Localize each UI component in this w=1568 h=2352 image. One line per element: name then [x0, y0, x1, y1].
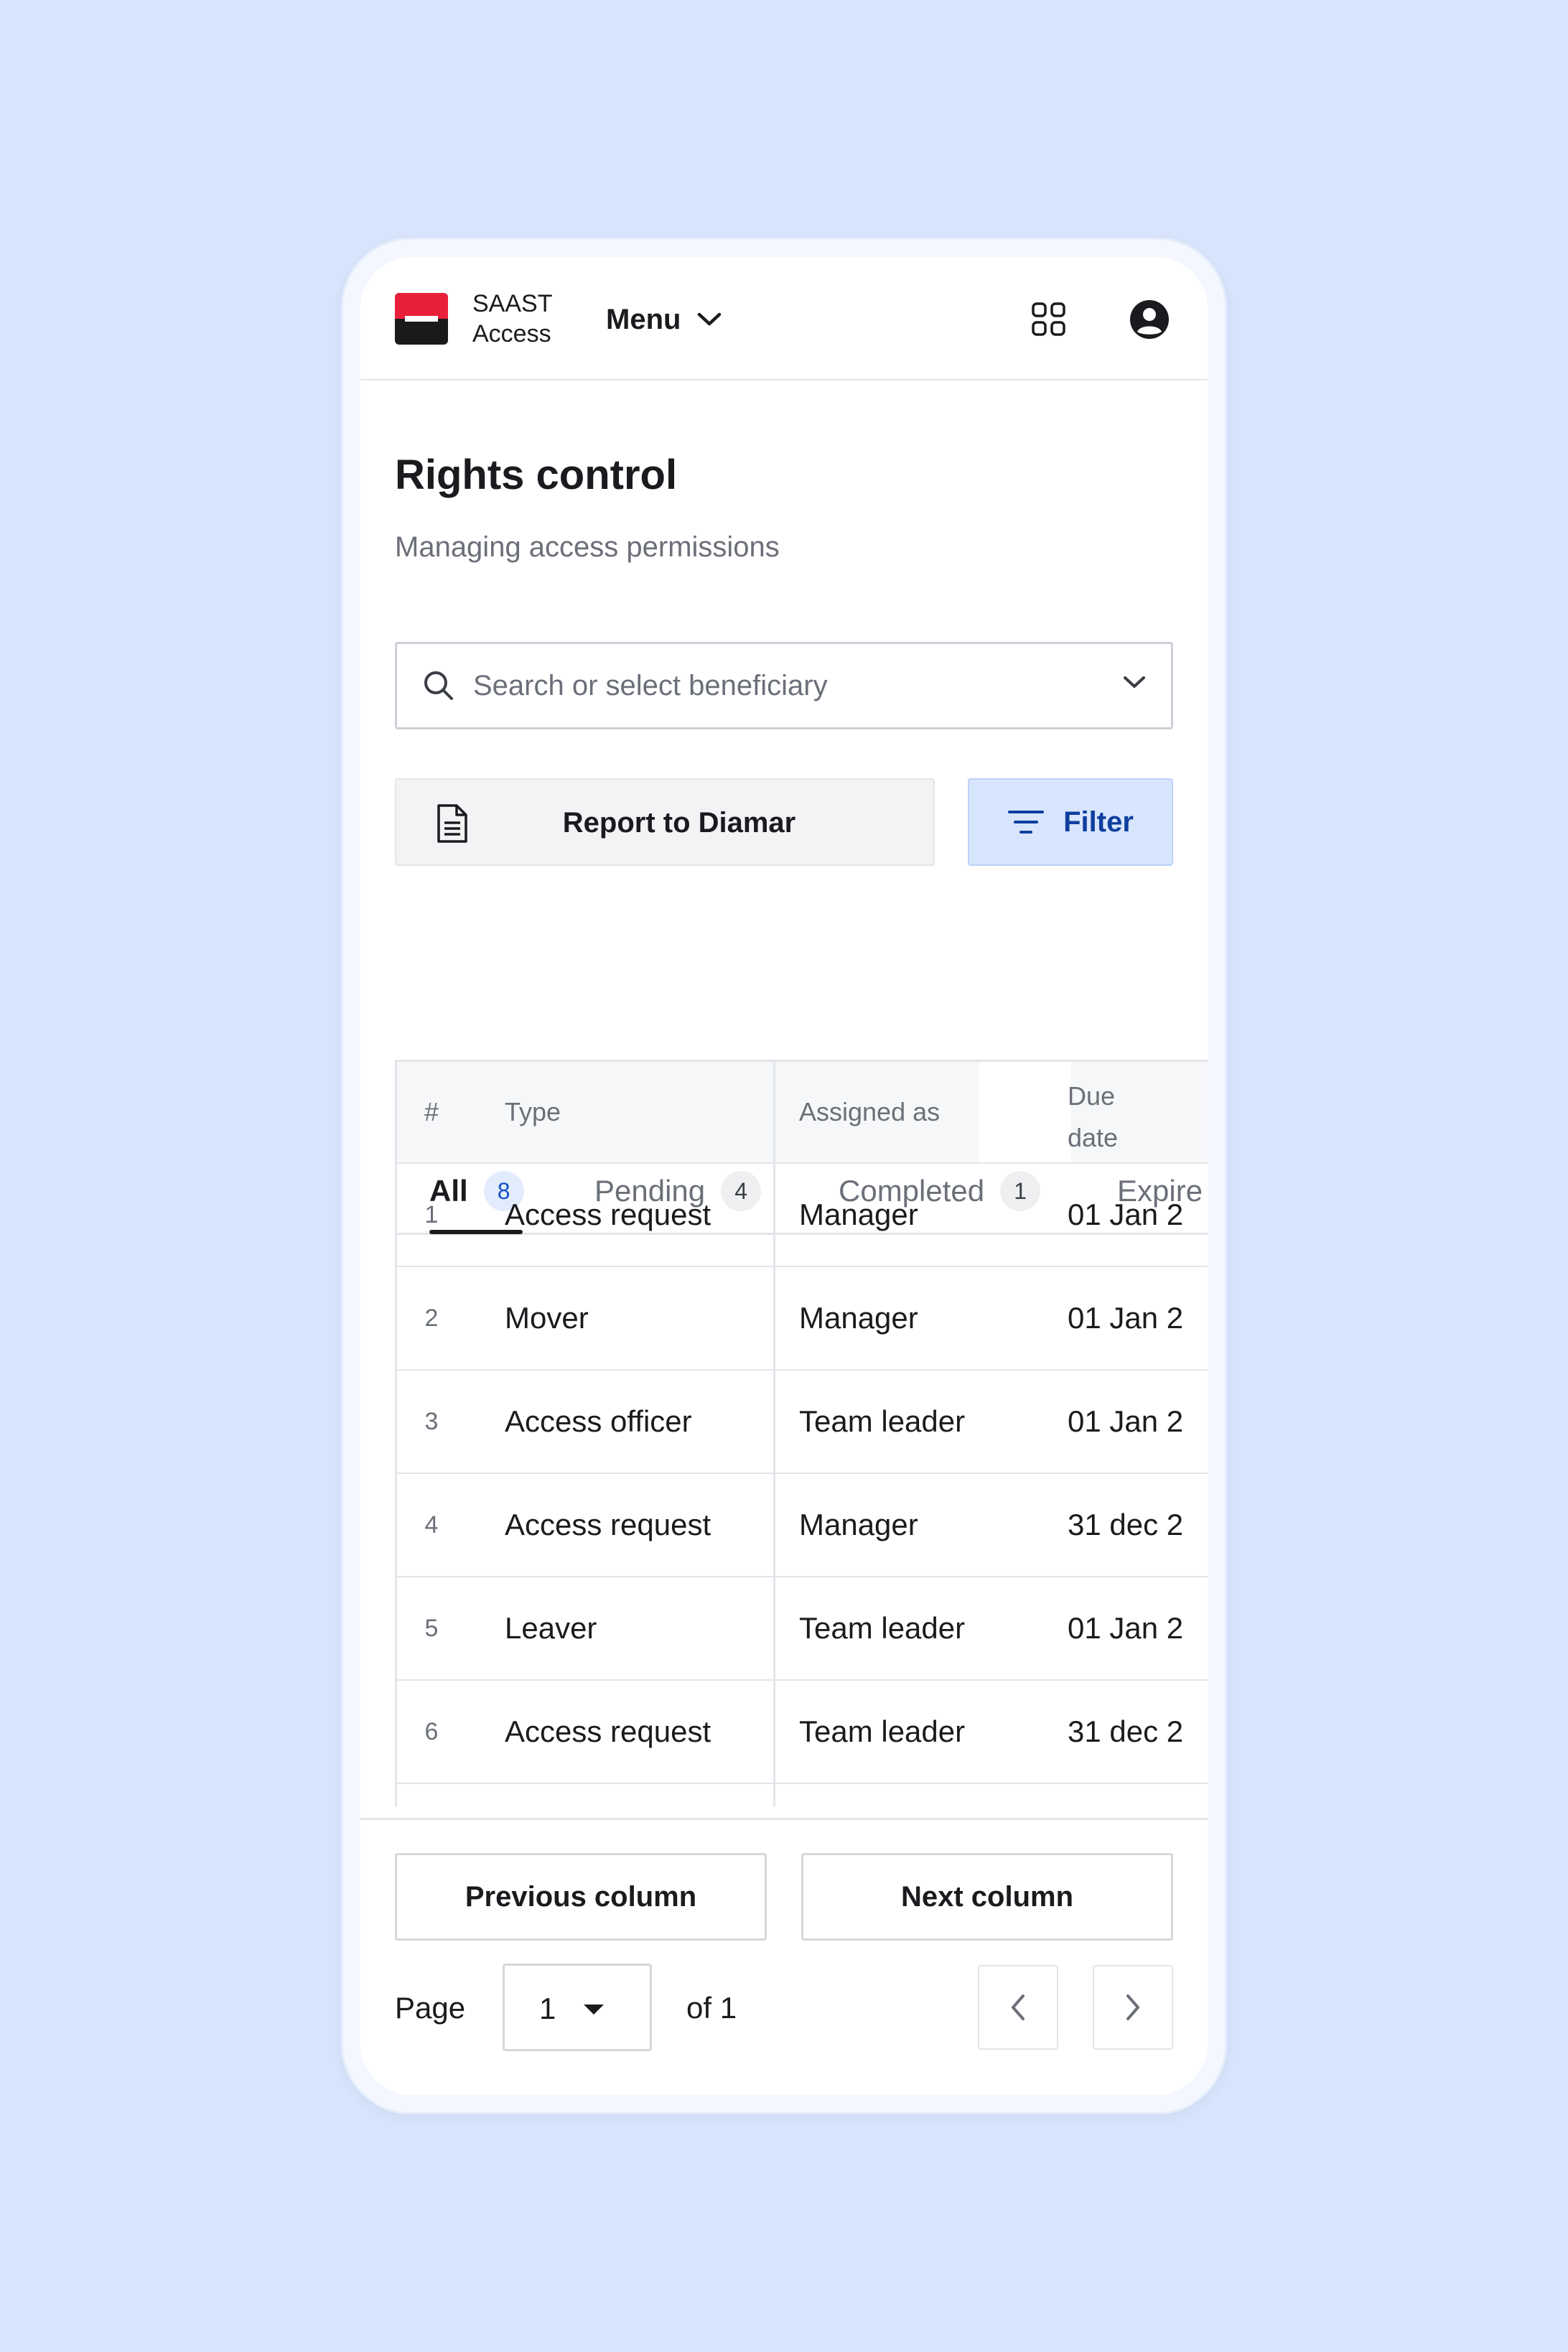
page-label: Page [395, 1991, 466, 2025]
row-assigned: Team leader [799, 1404, 966, 1438]
menu-button[interactable]: Menu [606, 300, 722, 339]
apps-button[interactable] [1024, 294, 1074, 345]
row-due-date: 31 dec 2 [1068, 1714, 1184, 1748]
filter-icon [1008, 811, 1045, 834]
table-header: # Type Assigned as Due date [397, 1062, 1208, 1164]
table-row[interactable]: 1 Access request Manager 01 Jan 2 [397, 1164, 1208, 1267]
row-assigned: Manager [799, 1198, 918, 1231]
row-due-date: 01 Jan 2 [1068, 1198, 1184, 1231]
report-button[interactable]: Report to Diamar [395, 778, 935, 866]
header-number: # [424, 1097, 439, 1126]
filter-button[interactable]: Filter [968, 778, 1173, 866]
table-row[interactable]: 3 Access officer Team leader 01 Jan 2 [397, 1371, 1208, 1474]
brand-name-line1: SAAST [472, 290, 553, 317]
row-assigned: Manager [799, 1508, 918, 1541]
header-assigned[interactable]: Assigned as [799, 1062, 940, 1162]
requests-table: # Type Assigned as Due date 1 Access req… [395, 1060, 1208, 1806]
brand-name-line2: Access [472, 320, 551, 347]
next-column-button[interactable]: Next column [801, 1853, 1173, 1941]
row-assigned: Team leader [799, 1611, 966, 1645]
row-number: 5 [424, 1614, 439, 1642]
chevron-down-icon[interactable] [1122, 674, 1147, 690]
brand-logo[interactable] [395, 293, 448, 345]
chevron-right-icon [1126, 1994, 1139, 2020]
row-due-date: 31 dec 2 [1068, 1508, 1184, 1541]
previous-column-button[interactable]: Previous column [395, 1853, 767, 1941]
row-type: Access request [505, 1198, 711, 1231]
header-due-date[interactable]: Due date [1068, 1062, 1118, 1162]
chevron-left-icon [1012, 1994, 1025, 2020]
app-screen: SAAST Access Menu Rights control Managin… [360, 257, 1208, 2095]
page-total: of 1 [686, 1991, 737, 2025]
row-type: Mover [505, 1301, 589, 1335]
previous-page-button[interactable] [978, 1965, 1058, 2050]
page-subtitle: Managing access permissions [395, 531, 780, 563]
row-number: 1 [424, 1200, 439, 1228]
row-type: Access request [505, 1508, 711, 1541]
table-footer: Previous column Next column Page 1 of 1 [360, 1818, 1208, 2095]
report-label: Report to Diamar [562, 807, 796, 839]
row-assigned: Team leader [799, 1714, 966, 1748]
page-title: Rights control [395, 452, 678, 498]
caret-down-icon [584, 2005, 604, 2015]
table-row[interactable]: 6 Access request Team leader 31 dec 2 [397, 1681, 1208, 1784]
row-type: Leaver [505, 1611, 597, 1645]
row-due-date: 01 Jan 2 [1068, 1611, 1184, 1645]
row-number: 3 [424, 1407, 439, 1435]
row-number: 2 [424, 1304, 439, 1332]
chevron-down-icon [698, 312, 722, 326]
top-bar: SAAST Access Menu [360, 257, 1208, 381]
row-type: Access officer [505, 1404, 692, 1438]
page-select[interactable]: 1 [503, 1964, 652, 2051]
table-row[interactable]: 2 Mover Manager 01 Jan 2 [397, 1267, 1208, 1371]
search-input[interactable] [473, 658, 1091, 713]
menu-label: Menu [606, 303, 681, 335]
filter-label: Filter [1063, 806, 1134, 838]
row-type: Access request [505, 1714, 711, 1748]
row-number: 4 [424, 1511, 439, 1539]
brand-name: SAAST Access [472, 289, 552, 349]
row-due-date: 01 Jan 2 [1068, 1404, 1184, 1438]
column-divider [773, 1062, 775, 1806]
row-assigned: Manager [799, 1301, 918, 1335]
row-number: 6 [424, 1717, 439, 1745]
beneficiary-search[interactable] [395, 642, 1173, 729]
user-icon [1130, 300, 1169, 339]
table-row[interactable]: 5 Leaver Team leader 01 Jan 2 [397, 1577, 1208, 1681]
search-icon [424, 671, 453, 700]
row-due-date: 01 Jan 2 [1068, 1301, 1184, 1335]
page-value: 1 [539, 1992, 556, 2025]
profile-button[interactable] [1124, 294, 1175, 345]
grid-icon [1032, 302, 1065, 336]
table-row[interactable]: 4 Access request Manager 31 dec 2 [397, 1474, 1208, 1577]
next-page-button[interactable] [1093, 1965, 1173, 2050]
header-type[interactable]: Type [505, 1062, 561, 1162]
